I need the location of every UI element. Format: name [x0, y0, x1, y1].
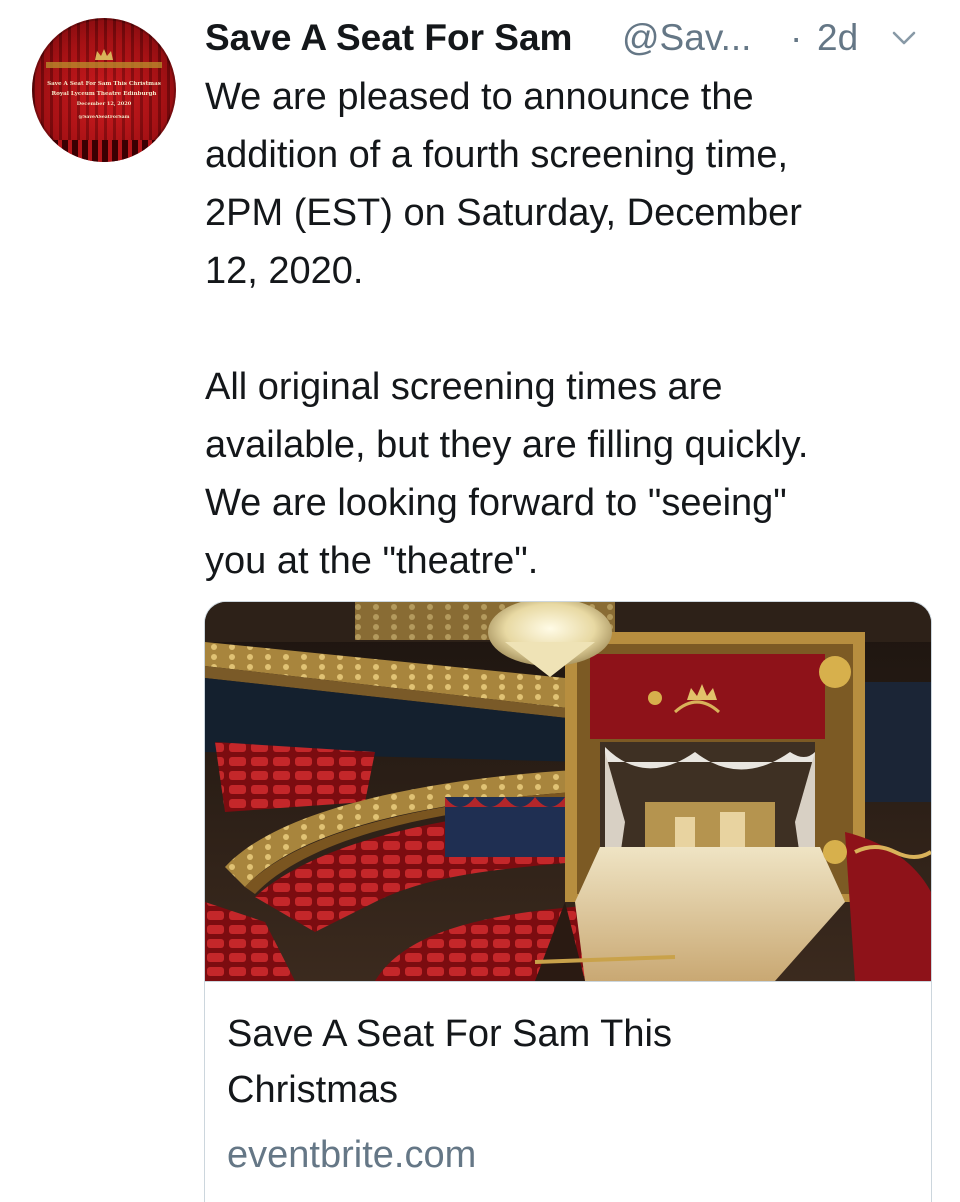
avatar-text-title: Save A Seat For Sam This Christmas: [47, 81, 161, 87]
link-card[interactable]: Save A Seat For Sam This Christmas event…: [204, 601, 932, 1202]
card-domain[interactable]: eventbrite.com: [227, 1127, 476, 1183]
avatar[interactable]: Save A Seat For Sam This Christmas Royal…: [32, 18, 176, 162]
avatar-text-date: December 12, 2020: [76, 101, 132, 107]
avatar-stage: [32, 140, 176, 162]
card-image[interactable]: [205, 602, 931, 981]
avatar-text-handle: @SaveASeatForSam: [78, 115, 130, 120]
card-title[interactable]: Save A Seat For Sam This Christmas: [227, 1006, 907, 1118]
display-name[interactable]: Save A Seat For Sam: [205, 14, 572, 62]
card-footer[interactable]: Save A Seat For Sam This Christmas event…: [205, 981, 931, 1202]
avatar-text-venue: Royal Lyceum Theatre Edinburgh: [51, 91, 157, 97]
tweet-header: Save A Seat For Sam @Sav... · 2d: [205, 14, 935, 62]
crown-icon: [95, 49, 113, 60]
separator-dot: ·: [790, 17, 803, 58]
theatre-photo: [205, 602, 931, 981]
avatar-arch: [46, 62, 162, 68]
tweet[interactable]: Save A Seat For Sam This Christmas Royal…: [0, 0, 960, 1202]
timestamp[interactable]: 2d: [817, 14, 858, 62]
chevron-down-icon[interactable]: [889, 28, 919, 48]
user-handle[interactable]: @Sav...: [622, 14, 751, 62]
tweet-text: We are pleased to announce the addition …: [205, 76, 809, 582]
